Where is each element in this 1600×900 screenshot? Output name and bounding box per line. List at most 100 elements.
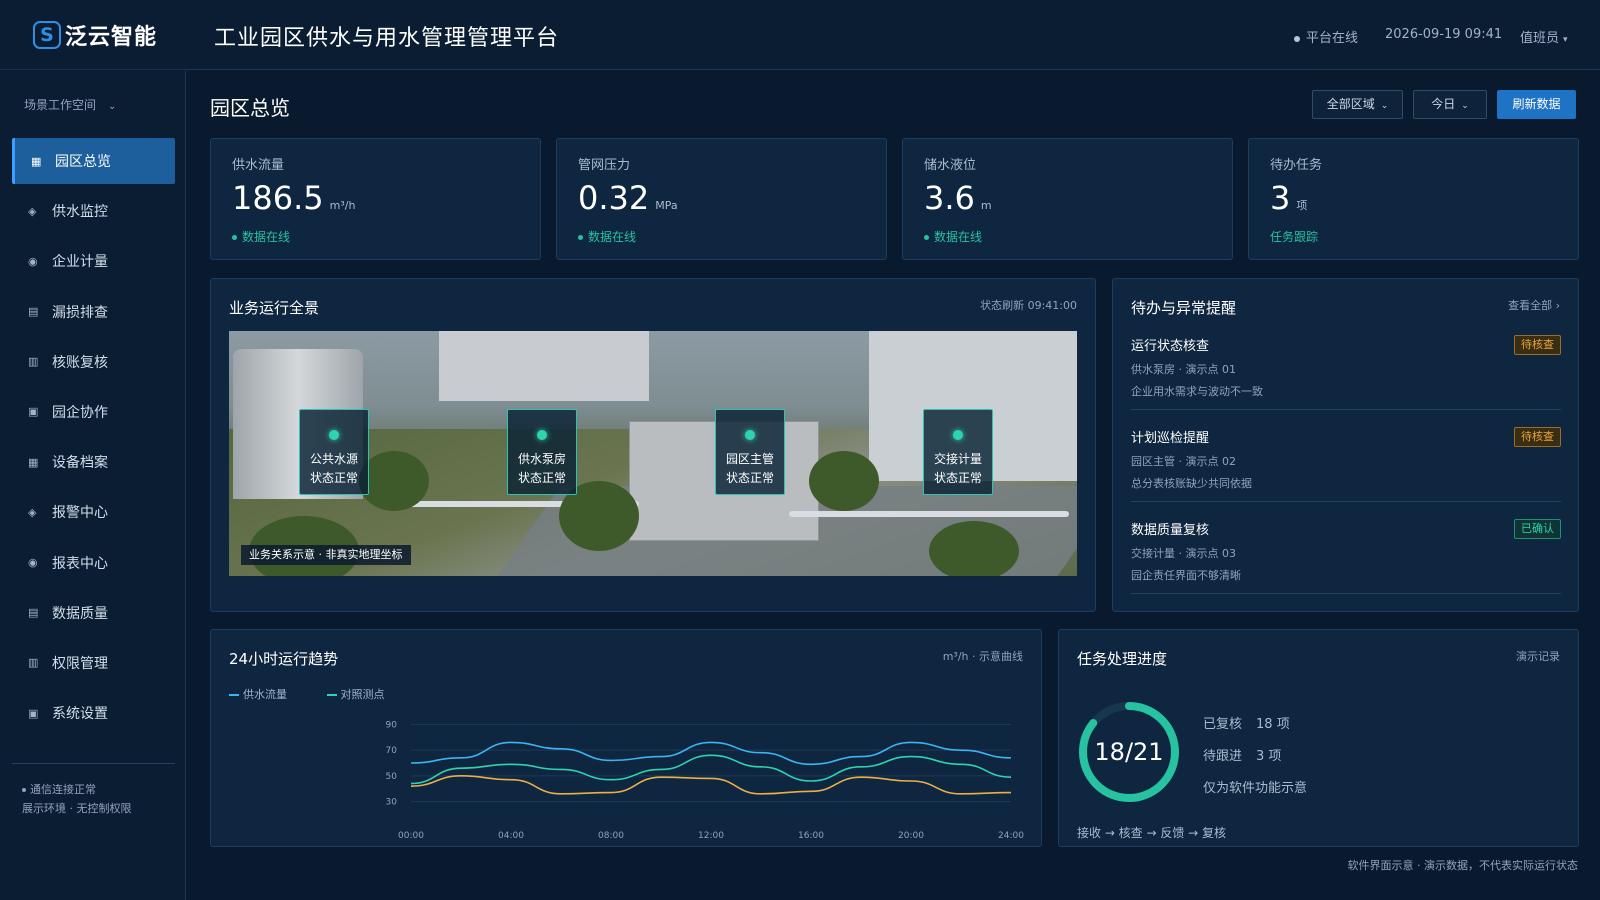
status-dot-icon (22, 788, 26, 792)
chevron-down-icon: ⌄ (1461, 101, 1469, 111)
chart-unit-note: m³/h · 示意曲线 (942, 650, 1023, 663)
sidebar-item-8[interactable]: ◉ 报表中心 (12, 540, 175, 586)
alert-item[interactable]: 数据质量复核 交接计量 · 演示点 03 园企责任界面不够清晰 已确认 (1131, 519, 1561, 594)
alert-title: 数据质量复核 (1131, 523, 1210, 538)
list-icon: ▤ (28, 606, 39, 620)
trend-chart: 90 70 50 30 00:00 04:00 08:00 12:00 16:00 20:00 24… (386, 720, 1025, 841)
platform-status: 平台在线 (1294, 27, 1358, 46)
trend-panel: 24小时运行趋势 m³/h · 示意曲线 供水流量 对照测点 90 70 50 30 0… (210, 629, 1042, 847)
sidebar-item-7[interactable]: ◈ 报警中心 (12, 489, 175, 535)
kpi-status-text: 数据在线 (934, 230, 983, 244)
alert-location: 交接计量 · 演示点 03 (1131, 547, 1236, 560)
kpi-label: 待办任务 (1270, 158, 1323, 173)
marker-handover-meter[interactable]: 交接计量 状态正常 (923, 409, 993, 495)
alert-item[interactable]: 计划巡检提醒 园区主管 · 演示点 02 总分表核账缺少共同依据 待核查 (1131, 427, 1561, 502)
overview-panel: 业务运行全景 状态刷新 09:41:00 公共水源 状态正常 供水泵房 状态正常… (210, 278, 1096, 612)
sidebar-item-9[interactable]: ▤ 数据质量 (12, 590, 175, 636)
alert-desc: 园企责任界面不够清晰 (1131, 569, 1241, 582)
kpi-card-flow: 供水流量 186.5 m³/h 数据在线 (210, 138, 541, 260)
progress-label: 待跟进 (1203, 749, 1243, 764)
page-title: 园区总览 (210, 96, 290, 120)
refresh-button[interactable]: 刷新数据 (1497, 90, 1576, 119)
sidebar-item-label: 园区总览 (55, 154, 111, 170)
view-all-link[interactable]: 查看全部 › (1508, 297, 1560, 313)
sidebar-item-label: 系统设置 (52, 706, 108, 723)
alert-item[interactable]: 运行状态核查 供水泵房 · 演示点 01 企业用水需求与波动不一致 待核查 (1131, 335, 1561, 410)
chevron-down-icon: ⌄ (1380, 101, 1389, 111)
alerts-panel: 待办与异常提醒 查看全部 › 运行状态核查 供水泵房 · 演示点 01 企业用水… (1112, 278, 1579, 612)
kpi-value: 0.32 MPa (578, 179, 678, 217)
marker-pump-house[interactable]: 供水泵房 状态正常 (507, 409, 577, 495)
sidebar-item-3[interactable]: ▤ 漏损排查 (12, 289, 175, 335)
kpi-label: 储水液位 (924, 158, 977, 173)
refresh-time: 状态刷新 09:41:00 (980, 299, 1077, 312)
alert-desc: 企业用水需求与波动不一致 (1131, 385, 1263, 398)
marker-status: 状态正常 (309, 471, 358, 485)
legend-item[interactable]: 供水流量 (229, 688, 305, 701)
marker-water-source[interactable]: 公共水源 状态正常 (299, 409, 369, 495)
environment-note: 展示环境 · 无控制权限 (22, 802, 132, 815)
chart-legend: 供水流量 对照测点 (229, 686, 421, 702)
kpi-value: 3项 (1270, 179, 1307, 217)
sidebar-footer: 通信连接正常 展示环境 · 无控制权限 (12, 763, 175, 818)
x-tick-label: 20:00 (898, 831, 924, 841)
sidebar-item-5[interactable]: ▣ 园企协作 (12, 389, 175, 435)
sidebar-item-6[interactable]: ▦ 设备档案 (12, 439, 175, 485)
sidebar-item-11[interactable]: ▣ 系统设置 (12, 690, 175, 736)
sidebar-item-label: 企业计量 (52, 254, 108, 271)
alert-title: 计划巡检提醒 (1131, 431, 1210, 446)
connection-status-text: 通信连接正常 (30, 783, 96, 796)
date-filter-select[interactable]: 今日 ⌄ (1413, 90, 1487, 119)
x-tick-label: 08:00 (598, 831, 624, 841)
y-tick-label: 70 (386, 746, 398, 756)
progress-note: 仅为软件功能示意 (1203, 781, 1308, 796)
scene-pipe (789, 511, 1069, 517)
target-icon: ◉ (28, 254, 38, 268)
sidebar: 场景工作空间 ⌄ ▦ 园区总览 ◈ 供水监控 ◉ 企业计量 ▤ 漏损排查 ▥ 核账复核 ▣ 园企协作 ▦ 设… (0, 71, 186, 900)
kpi-number: 3 (1270, 179, 1291, 217)
sidebar-item-label: 核账复核 (52, 354, 108, 371)
sidebar-item-2[interactable]: ◉ 企业计量 (12, 238, 175, 284)
sidebar-item-label: 报表中心 (52, 555, 108, 572)
sidebar-item-label: 报警中心 (52, 505, 108, 522)
x-tick-label: 24:00 (998, 831, 1024, 841)
list-icon: ▤ (28, 305, 39, 319)
kpi-status: 数据在线 (578, 228, 636, 245)
x-tick-label: 12:00 (698, 831, 724, 841)
workspace-selector[interactable]: 场景工作空间 ⌄ (24, 96, 116, 113)
sidebar-item-4[interactable]: ▥ 核账复核 (12, 339, 175, 385)
user-menu[interactable]: 值班员 ▾ (1520, 27, 1568, 46)
progress-ring: 18/21 (1077, 700, 1181, 804)
legend-item[interactable]: 对照测点 (326, 688, 403, 701)
kpi-status[interactable]: 任务跟踪 (1270, 228, 1318, 245)
status-badge: 待核查 (1514, 427, 1561, 447)
connection-status: 通信连接正常 (12, 780, 175, 799)
sidebar-item-1[interactable]: ◈ 供水监控 (12, 188, 175, 234)
legend-label: 供水流量 (243, 688, 287, 701)
sidebar-nav: ▦ 园区总览 ◈ 供水监控 ◉ 企业计量 ▤ 漏损排查 ▥ 核账复核 ▣ 园企协作 ▦ 设备档案 ◈ 报警中心… (12, 138, 175, 740)
sidebar-item-10[interactable]: ▥ 权限管理 (12, 640, 175, 686)
kpi-card-pressure: 管网压力 0.32 MPa 数据在线 (556, 138, 887, 260)
brand-logo[interactable]: S 泛云智能 (33, 20, 157, 50)
kpi-status: 数据在线 (924, 228, 982, 245)
kpi-unit: m (980, 199, 992, 212)
y-tick-label: 50 (386, 772, 398, 782)
kpi-number: 0.32 (578, 179, 650, 217)
panel-title: 待办与异常提醒 (1131, 299, 1237, 317)
marker-main-pipe[interactable]: 园区主管 状态正常 (715, 409, 785, 495)
grid-icon: ▥ (28, 656, 39, 670)
panel-title: 24小时运行趋势 (229, 650, 339, 668)
progress-row-done: 已复核 18 项 (1203, 713, 1290, 732)
process-flow: 接收 → 核查 → 反馈 → 复核 (1077, 826, 1227, 840)
area-filter-select[interactable]: 全部区域 ⌄ (1312, 90, 1403, 119)
logo-icon: S (33, 21, 61, 49)
grid-icon: ▥ (28, 355, 39, 369)
marker-status: 状态正常 (933, 471, 982, 485)
alert-title: 运行状态核查 (1131, 339, 1210, 354)
top-header: S 泛云智能 工业园区供水与用水管理管理平台 平台在线 2026-09-19 0… (0, 0, 1600, 70)
kpi-card-level: 储水液位 3.6 m 数据在线 (902, 138, 1233, 260)
progress-meta: 演示记录 (1516, 650, 1560, 663)
progress-panel: 任务处理进度 演示记录 18/21 已复核 18 项 待跟进 3 项 仅为软件功能示… (1058, 629, 1579, 847)
sidebar-item-label: 供水监控 (52, 204, 108, 221)
sidebar-item-0[interactable]: ▦ 园区总览 (12, 138, 175, 184)
